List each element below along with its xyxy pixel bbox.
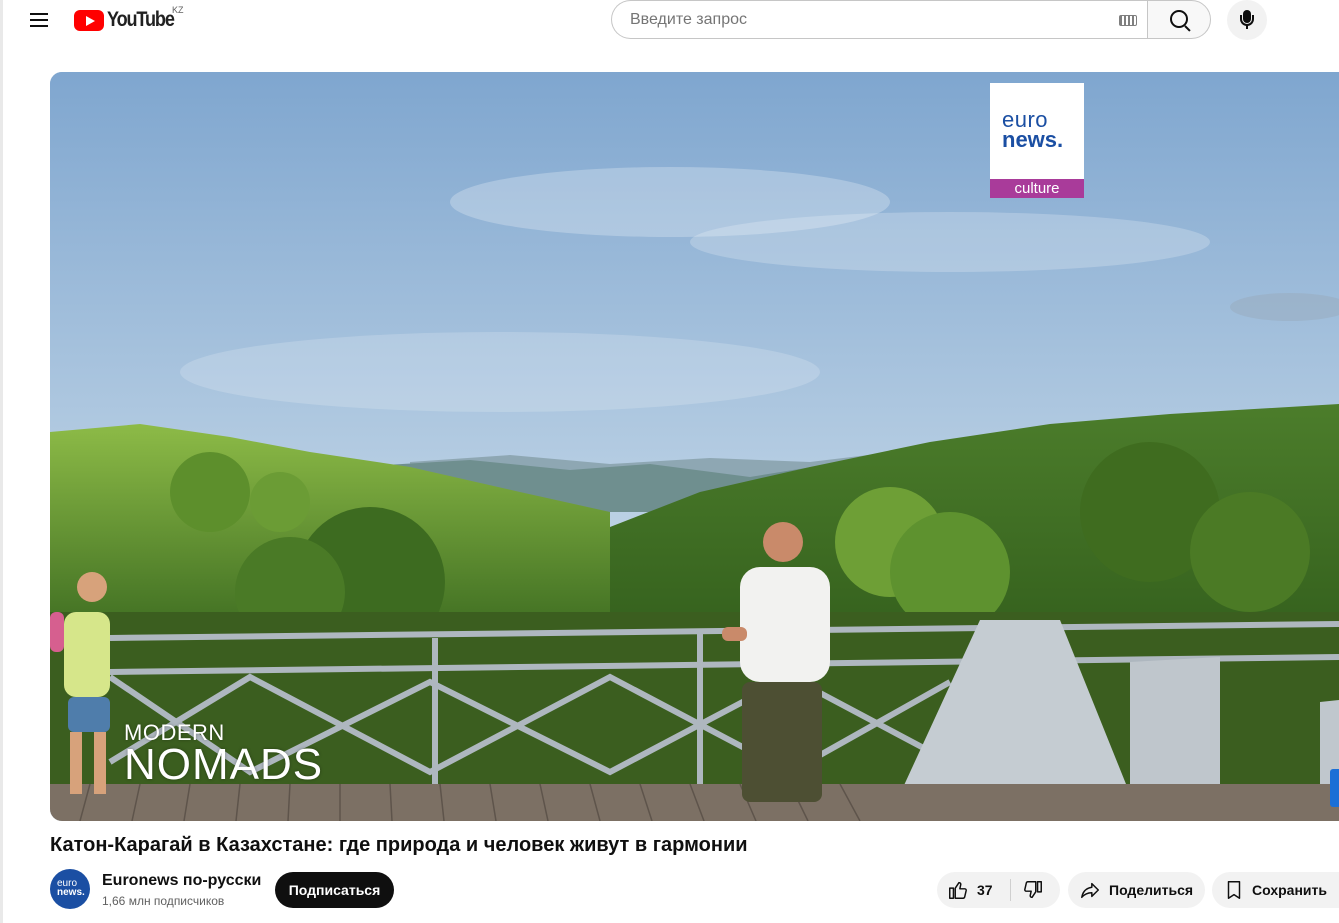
keyboard-icon[interactable]: [1119, 15, 1137, 26]
video-player[interactable]: euro news. culture MODERN NOMADS: [50, 72, 1339, 821]
hamburger-menu-icon[interactable]: [22, 6, 56, 34]
voice-search-button[interactable]: [1227, 0, 1267, 40]
subscribe-button[interactable]: Подписаться: [275, 872, 394, 908]
youtube-play-icon: [74, 9, 104, 31]
like-dislike-group: 37: [937, 872, 1060, 908]
share-label: Поделиться: [1109, 882, 1194, 898]
watermark-line-2: news.: [1002, 127, 1064, 152]
channel-name[interactable]: Euronews по-русски: [102, 872, 261, 890]
video-title: Катон-Карагай в Казахстане: где природа …: [50, 834, 748, 856]
program-title-line-2: NOMADS: [124, 740, 324, 789]
watermark-culture-tag: culture: [990, 179, 1084, 198]
subscriber-count: 1,66 млн подписчиков: [102, 894, 225, 908]
channel-avatar[interactable]: euro news.: [50, 869, 90, 909]
program-title-overlay: MODERN NOMADS: [124, 722, 324, 789]
thumbs-down-icon: [1024, 881, 1042, 899]
youtube-logo[interactable]: YouTube KZ: [74, 5, 185, 33]
like-count: 37: [977, 882, 993, 898]
share-button[interactable]: Поделиться: [1068, 872, 1205, 908]
save-button[interactable]: Сохранить: [1212, 872, 1339, 908]
microphone-icon-base: [1246, 24, 1248, 29]
save-label: Сохранить: [1252, 882, 1327, 898]
share-icon: [1081, 882, 1099, 899]
euronews-edge-tag: [1330, 769, 1339, 807]
thumbs-up-icon: [949, 881, 967, 899]
logo-wordmark: YouTube: [107, 8, 175, 31]
search-input[interactable]: [628, 9, 1102, 30]
dislike-button[interactable]: [1013, 872, 1060, 908]
masthead: YouTube KZ: [0, 0, 1339, 40]
search-box: [611, 0, 1147, 39]
video-frame: [50, 72, 1339, 821]
search-icon-handle: [1184, 25, 1191, 32]
like-button[interactable]: 37: [937, 872, 1013, 908]
euronews-culture-watermark: euro news. culture: [990, 83, 1084, 198]
region-code: KZ: [172, 5, 184, 15]
save-icon: [1227, 881, 1241, 899]
window-edge: [0, 0, 3, 923]
search-button[interactable]: [1147, 0, 1211, 39]
like-divider: [1010, 879, 1011, 901]
avatar-line-2: news.: [57, 887, 85, 898]
